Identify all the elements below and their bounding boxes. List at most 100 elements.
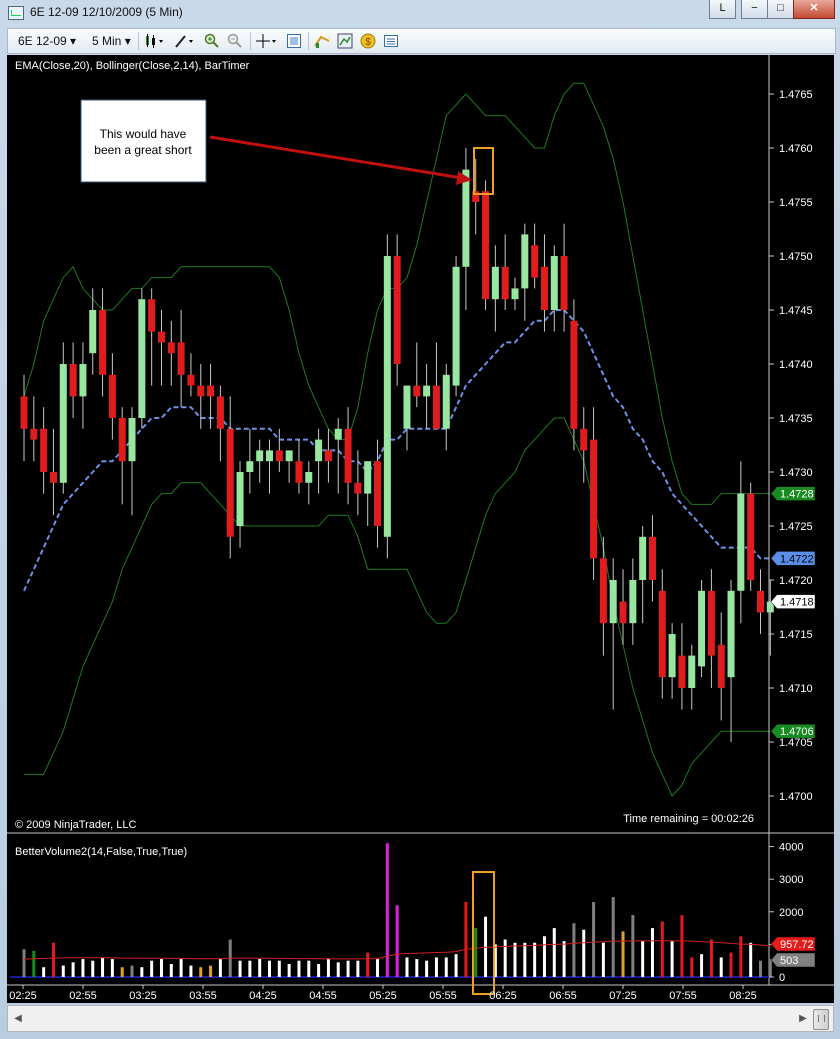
candle — [658, 569, 666, 699]
bollinger-lower-line — [24, 417, 771, 797]
candle-body-up — [688, 655, 696, 688]
candle — [648, 515, 656, 602]
candle-body-up — [521, 234, 529, 289]
volume-bar — [405, 957, 409, 977]
chart-toolbar: 6E 12-09 ▾ 5 Min ▾ $ — [7, 28, 836, 54]
candle — [177, 310, 185, 408]
volume-bar — [631, 915, 635, 977]
volume-tick-label: 4000 — [779, 842, 803, 854]
candle-body-up — [315, 439, 323, 462]
volume-bar — [238, 960, 242, 977]
candle-body-up — [59, 364, 67, 483]
order-entry-icon[interactable]: $ — [360, 33, 376, 49]
svg-text:$: $ — [365, 37, 371, 48]
candle — [138, 288, 146, 429]
candle-body-down — [197, 385, 205, 397]
volume-bar — [464, 902, 468, 977]
volume-bar — [346, 960, 350, 977]
scroll-left-icon[interactable]: ◀ — [10, 1010, 26, 1027]
time-tick-label: 07:55 — [669, 990, 697, 1002]
candle-body-up — [737, 493, 745, 591]
candle-body-down — [99, 310, 107, 375]
candlestick-style-icon[interactable] — [144, 33, 166, 49]
data-box-icon[interactable] — [286, 33, 302, 49]
volume-bar — [415, 959, 419, 977]
price-tick-label: 1.4740 — [779, 359, 813, 371]
volume-bar — [179, 959, 183, 977]
candle-body-down — [540, 266, 548, 310]
candle — [560, 223, 568, 332]
time-tick-label: 06:25 — [489, 990, 517, 1002]
candle-body-up — [79, 364, 87, 397]
volume-bar — [159, 959, 163, 977]
candle — [531, 223, 539, 289]
candle-body-down — [501, 266, 509, 300]
instrument-dropdown[interactable]: 6E 12-09 ▾ — [14, 32, 80, 50]
volume-bar — [385, 843, 389, 977]
candle-body-up — [266, 450, 273, 462]
chart-area[interactable]: This would have been a great short EMA(C… — [7, 55, 834, 1003]
candle-body-up — [452, 266, 460, 386]
time-tick-label: 06:55 — [549, 990, 577, 1002]
volume-bar — [366, 952, 370, 977]
price-tick-label: 1.4730 — [779, 467, 813, 479]
volume-bar — [650, 928, 654, 977]
candle — [747, 482, 755, 591]
drawing-tools-icon[interactable] — [174, 33, 196, 49]
candle-body-down — [374, 461, 382, 526]
volume-bar — [592, 902, 596, 977]
volume-indicator-label: BetterVolume2(14,False,True,True) — [15, 846, 187, 858]
candle-body-down — [531, 245, 539, 278]
chart-window: 6E 12-09 12/10/2009 (5 Min) L − □ ✕ 6E 1… — [0, 0, 840, 1039]
candle — [599, 536, 607, 656]
interval-label: 5 Min — [92, 34, 122, 48]
candle-body-up — [383, 256, 391, 537]
volume-bar — [670, 941, 674, 977]
zoom-out-icon[interactable] — [227, 33, 243, 49]
candle-body-down — [275, 450, 283, 462]
maximize-button[interactable]: □ — [767, 0, 794, 19]
zoom-in-icon[interactable] — [204, 33, 220, 49]
candle — [108, 353, 116, 440]
annotation-box[interactable] — [80, 99, 207, 183]
indicators-icon[interactable] — [383, 33, 399, 49]
candle-body-up — [236, 472, 244, 526]
volume-bar — [680, 915, 684, 977]
candle — [128, 407, 136, 516]
layout-button[interactable]: L — [709, 0, 736, 19]
time-tick-label: 02:55 — [69, 990, 97, 1002]
scroll-right-icon[interactable]: ▶ — [795, 1010, 811, 1027]
candle — [187, 353, 195, 397]
candle — [207, 364, 215, 429]
horizontal-scrollbar[interactable]: ◀ ▶ — [7, 1005, 834, 1032]
volume-marker-label: 503 — [780, 955, 798, 967]
candle — [167, 320, 175, 386]
candle — [383, 234, 391, 559]
candle — [354, 450, 362, 516]
time-tick-label: 07:25 — [609, 990, 637, 1002]
scroll-thumb[interactable] — [813, 1009, 829, 1030]
volume-bar — [434, 957, 438, 977]
chart-properties-icon[interactable] — [337, 33, 353, 49]
close-button[interactable]: ✕ — [793, 0, 835, 19]
crosshair-icon[interactable] — [256, 33, 278, 49]
title-bar[interactable]: 6E 12-09 12/10/2009 (5 Min) L − □ ✕ — [0, 0, 840, 26]
candle-body-down — [570, 320, 578, 429]
minimize-button[interactable]: − — [741, 0, 768, 19]
candle — [344, 407, 352, 505]
candle-body-down — [295, 461, 303, 483]
candle-body-down — [30, 428, 38, 440]
price-tick-label: 1.4705 — [779, 737, 813, 749]
volume-bar — [444, 957, 448, 977]
candle-body-up — [511, 288, 519, 300]
chart-canvas[interactable]: This would have been a great short EMA(C… — [7, 55, 834, 1003]
candle-body-up — [550, 256, 558, 310]
candle-body-down — [717, 644, 725, 688]
bar-chart-icon[interactable] — [314, 33, 330, 49]
candle — [275, 428, 283, 472]
candle-body-up — [364, 461, 372, 494]
volume-bar — [356, 960, 360, 977]
candle-body-down — [187, 374, 195, 386]
time-tick-label: 02:25 — [9, 990, 37, 1002]
interval-dropdown[interactable]: 5 Min ▾ — [88, 32, 135, 50]
